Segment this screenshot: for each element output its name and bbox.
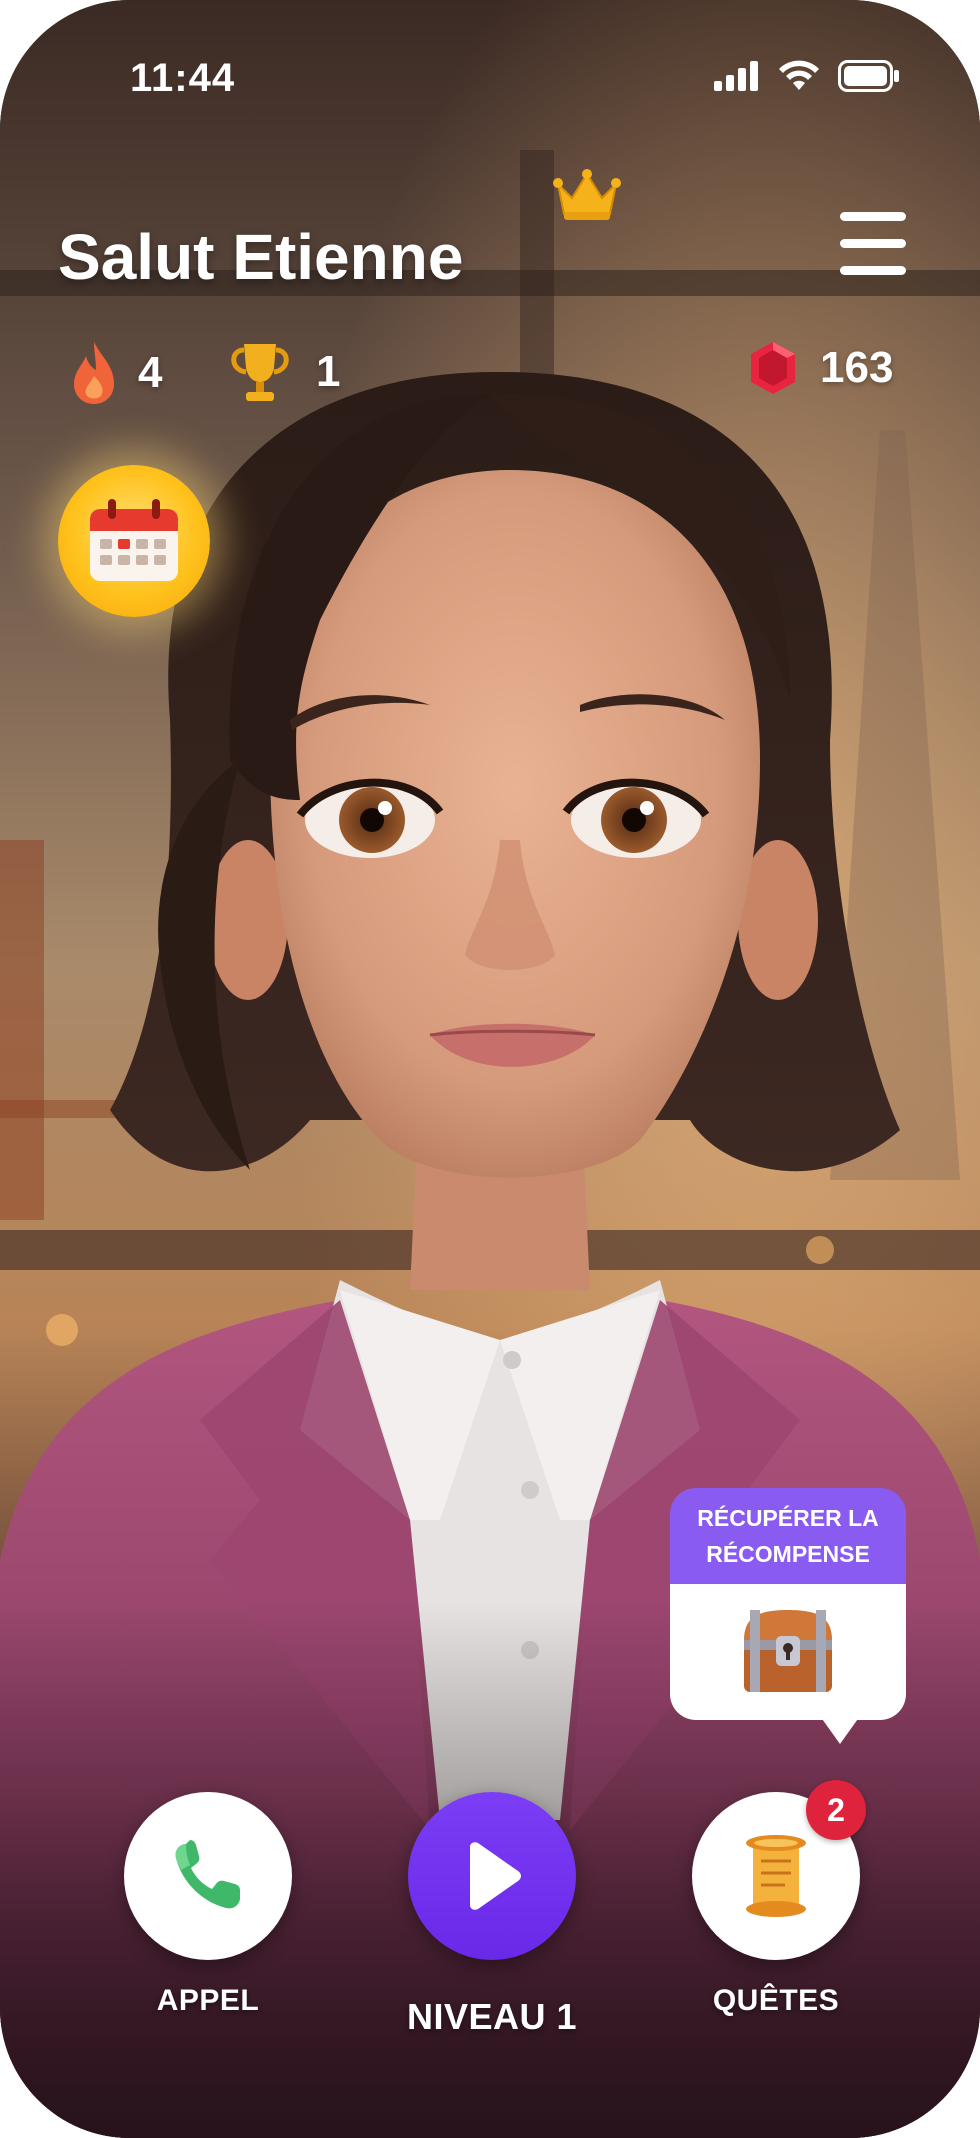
greeting-title: Salut Etienne <box>58 221 464 293</box>
calendar-icon <box>90 499 178 581</box>
trophy-icon <box>231 344 289 401</box>
call-label: APPEL <box>156 1984 260 2017</box>
stats-row: 4 1 163 <box>0 340 980 420</box>
play-level-button[interactable] <box>408 1792 576 1960</box>
gems-stat[interactable]: 163 <box>748 340 893 396</box>
flame-icon <box>74 342 114 404</box>
phone-frame: 11:44 Salut Etienne 4 1 163 RÉCUPÉRER LA… <box>0 0 980 2138</box>
streak-stat[interactable]: 4 <box>72 340 162 406</box>
treasure-chest-icon <box>744 1610 832 1692</box>
claim-reward-label: RÉCUPÉRER LA RÉCOMPENSE <box>670 1488 906 1584</box>
level-label: NIVEAU 1 <box>406 1996 578 2037</box>
quests-badge: 2 <box>806 1780 866 1840</box>
scroll-icon <box>746 1835 806 1917</box>
status-time: 11:44 <box>130 56 236 100</box>
menu-icon-bar <box>840 239 906 248</box>
header: Salut Etienne <box>0 169 980 300</box>
play-icon <box>470 1842 521 1910</box>
streak-count: 4 <box>138 348 163 397</box>
crown-icon <box>553 169 621 220</box>
trophy-stat[interactable]: 1 <box>226 340 340 404</box>
wifi-icon <box>779 60 819 90</box>
menu-icon-bar <box>840 266 906 275</box>
menu-button[interactable] <box>840 212 908 276</box>
reward-chest-area <box>670 1584 906 1720</box>
phone-icon <box>175 1840 240 1909</box>
battery-icon <box>838 60 899 92</box>
reward-line-1: RÉCUPÉRER LA <box>697 1505 879 1531</box>
menu-icon-bar <box>840 212 906 221</box>
claim-reward-bubble[interactable]: RÉCUPÉRER LA RÉCOMPENSE <box>670 1488 906 1744</box>
daily-calendar-button[interactable] <box>58 465 210 617</box>
call-button[interactable] <box>124 1792 292 1960</box>
bubble-tail <box>820 1716 860 1744</box>
bottom-nav: APPEL NIVEAU 1 2 QUÊTES <box>0 1780 980 2080</box>
reward-line-2: RÉCOMPENSE <box>706 1541 870 1567</box>
quests-label: QUÊTES <box>712 1984 840 2017</box>
status-icons <box>714 60 900 92</box>
status-bar: 11:44 <box>0 0 980 170</box>
gem-icon <box>751 342 795 394</box>
gem-count: 163 <box>820 343 894 392</box>
signal-icon <box>714 61 758 91</box>
trophy-count: 1 <box>316 347 341 396</box>
